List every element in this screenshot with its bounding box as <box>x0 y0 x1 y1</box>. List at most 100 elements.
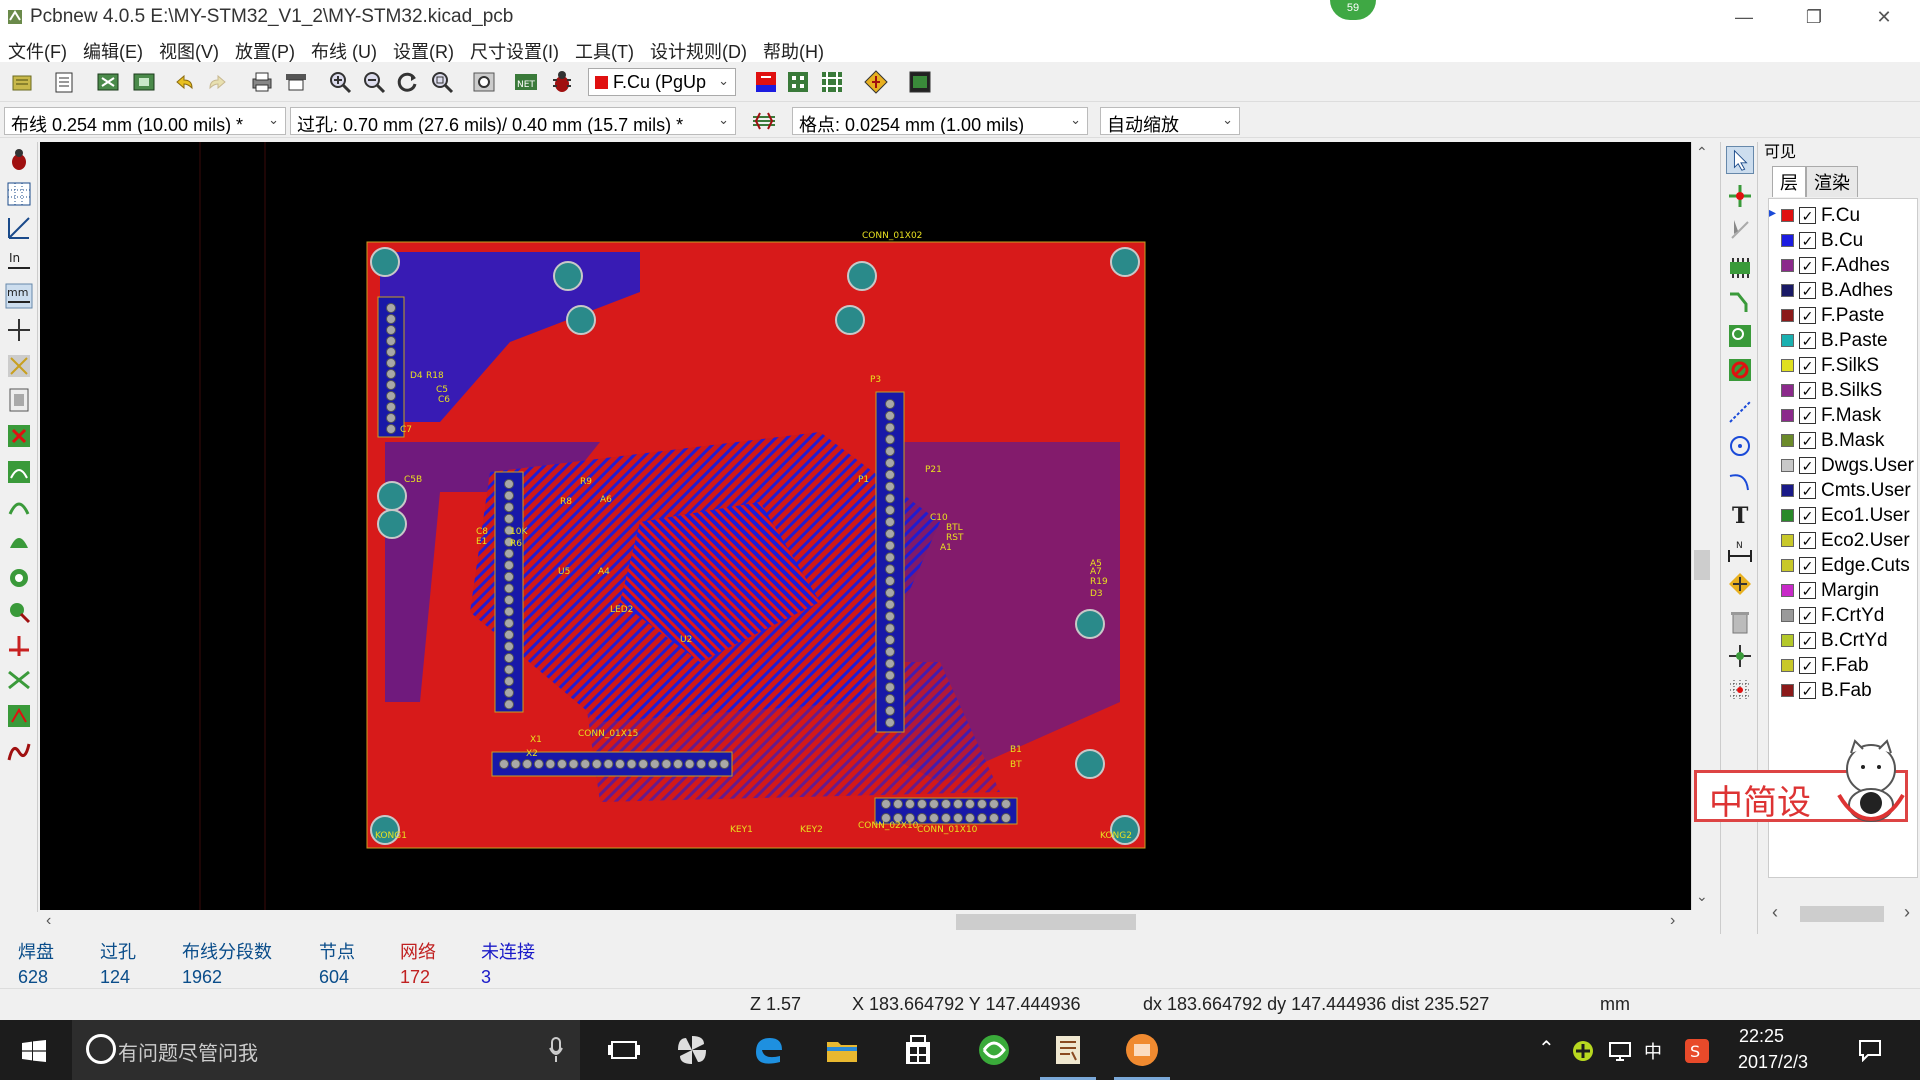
scroll-right-icon[interactable]: › <box>1670 912 1675 930</box>
layer-row[interactable]: ✓ B.CrtYd <box>1769 628 1917 653</box>
layer-visibility-checkbox[interactable]: ✓ <box>1799 382 1816 399</box>
layer-color-swatch[interactable] <box>1781 259 1794 272</box>
zoom-select[interactable]: 自动缩放 ⌄ <box>1100 107 1240 135</box>
netlist-icon[interactable]: NET <box>512 68 540 96</box>
layer-visibility-checkbox[interactable]: ✓ <box>1799 207 1816 224</box>
scroll-left-icon[interactable]: ‹ <box>1772 902 1778 923</box>
units-inch-icon[interactable]: In <box>5 248 33 276</box>
layer-row[interactable]: ✓ F.Paste <box>1769 303 1917 328</box>
layer-row[interactable]: ✓ F.Adhes <box>1769 253 1917 278</box>
layer-visibility-checkbox[interactable]: ✓ <box>1799 657 1816 674</box>
microwave-toolbar-icon[interactable] <box>5 702 33 730</box>
layer-row[interactable]: ✓ B.SilkS <box>1769 378 1917 403</box>
add-dimension-icon[interactable]: N <box>1726 536 1754 564</box>
layer-row[interactable]: ✓ Eco1.User <box>1769 503 1917 528</box>
polar-coords-icon[interactable] <box>5 214 33 242</box>
show-zones-icon[interactable] <box>5 458 33 486</box>
layer-visibility-checkbox[interactable]: ✓ <box>1799 232 1816 249</box>
units-mm-icon[interactable]: mm <box>5 282 33 310</box>
undo-icon[interactable] <box>170 68 198 96</box>
layer-visibility-checkbox[interactable]: ✓ <box>1799 432 1816 449</box>
layer-visibility-checkbox[interactable]: ✓ <box>1799 682 1816 699</box>
new-board-icon[interactable] <box>8 68 36 96</box>
layers-manager-icon[interactable] <box>5 738 33 766</box>
minimize-icon[interactable]: — <box>1716 0 1772 34</box>
layer-row[interactable]: ✓ B.Cu <box>1769 228 1917 253</box>
route-track-icon[interactable] <box>1726 288 1754 316</box>
zone-outline-icon[interactable] <box>5 492 33 520</box>
add-footprint-icon[interactable] <box>1726 254 1754 282</box>
layer-row[interactable]: ✓ B.Fab <box>1769 678 1917 703</box>
kicad-taskbar-icon[interactable] <box>1050 1032 1086 1068</box>
zoom-fit-icon[interactable] <box>428 68 456 96</box>
layer-color-swatch[interactable] <box>1781 634 1794 647</box>
menu-design-rules[interactable]: 设计规则(D) <box>650 34 754 62</box>
layer-visibility-checkbox[interactable]: ✓ <box>1799 407 1816 424</box>
menu-help[interactable]: 帮助(H) <box>763 34 831 62</box>
layer-color-swatch[interactable] <box>1781 409 1794 422</box>
delete-item-icon[interactable] <box>1726 608 1754 636</box>
windows-start-icon[interactable] <box>22 1040 46 1062</box>
redo-icon[interactable] <box>204 68 232 96</box>
layer-row[interactable]: ✓ Eco2.User <box>1769 528 1917 553</box>
page-settings-icon[interactable] <box>130 68 158 96</box>
chevron-up-icon[interactable]: ⌃ <box>1538 1036 1555 1061</box>
layer-list-hscroll[interactable]: ‹ › <box>1768 902 1918 926</box>
layer-visibility-checkbox[interactable]: ✓ <box>1799 357 1816 374</box>
set-origin-icon[interactable] <box>1726 642 1754 670</box>
layer-row[interactable]: ✓ Margin <box>1769 578 1917 603</box>
clock-date[interactable]: 2017/2/3 <box>1738 1052 1808 1073</box>
auto-track-width-icon[interactable] <box>750 107 778 135</box>
plot-icon[interactable] <box>282 68 310 96</box>
menu-route[interactable]: 布线 (U) <box>311 34 384 62</box>
track-sketch-icon[interactable] <box>5 632 33 660</box>
track-width-select[interactable]: 布线 0.254 mm (10.00 mils) * ⌄ <box>4 107 286 135</box>
via-sketch-icon[interactable] <box>5 598 33 626</box>
add-target-icon[interactable] <box>1726 570 1754 598</box>
highlight-net-icon[interactable] <box>1726 182 1754 210</box>
restore-icon[interactable]: ❐ <box>1786 0 1842 34</box>
grid-select[interactable]: 格点: 0.0254 mm (1.00 mils) ⌄ <box>792 107 1088 135</box>
autoplace-icon[interactable] <box>784 68 812 96</box>
layer-row[interactable]: ✓ B.Paste <box>1769 328 1917 353</box>
grid-toggle-icon[interactable] <box>5 180 33 208</box>
network-icon[interactable] <box>1608 1040 1632 1062</box>
close-icon[interactable]: ✕ <box>1856 0 1912 34</box>
scroll-down-icon[interactable]: ⌄ <box>1696 888 1708 905</box>
clock-time[interactable]: 22:25 <box>1739 1026 1784 1047</box>
layer-color-swatch[interactable] <box>1781 334 1794 347</box>
file-explorer-icon[interactable] <box>824 1032 860 1068</box>
layer-color-swatch[interactable] <box>1781 509 1794 522</box>
layer-visibility-checkbox[interactable]: ✓ <box>1799 307 1816 324</box>
layer-color-swatch[interactable] <box>1781 434 1794 447</box>
layer-visibility-checkbox[interactable]: ✓ <box>1799 507 1816 524</box>
scroll-up-icon[interactable]: ⌃ <box>1696 144 1708 161</box>
keepout-area-icon[interactable] <box>1726 356 1754 384</box>
tab-layers[interactable]: 层 <box>1772 166 1806 197</box>
grid-origin-icon[interactable] <box>1726 676 1754 704</box>
layer-color-swatch[interactable] <box>1781 609 1794 622</box>
drc-off-icon[interactable] <box>5 146 33 174</box>
zone-fill-icon[interactable] <box>5 526 33 554</box>
layer-pair-icon[interactable] <box>752 68 780 96</box>
layer-color-swatch[interactable] <box>1781 309 1794 322</box>
horizontal-scroll-thumb[interactable] <box>956 914 1136 930</box>
high-contrast-icon[interactable] <box>5 666 33 694</box>
save-board-icon[interactable] <box>94 68 122 96</box>
cursor-shape-icon[interactable] <box>5 316 33 344</box>
layer-row[interactable]: ✓ F.SilkS <box>1769 353 1917 378</box>
pcb-canvas[interactable]: CONN_01X02 CONN_01X10 CONN_01X15 CONN_02X10… <box>40 142 1691 910</box>
layer-row[interactable]: ✓ B.Mask <box>1769 428 1917 453</box>
layer-visibility-checkbox[interactable]: ✓ <box>1799 557 1816 574</box>
layer-color-swatch[interactable] <box>1781 209 1794 222</box>
layer-color-swatch[interactable] <box>1781 484 1794 497</box>
menu-view[interactable]: 视图(V) <box>159 34 226 62</box>
add-text-icon[interactable]: T <box>1726 500 1754 529</box>
microwave-icon[interactable] <box>862 68 890 96</box>
edge-browser-icon[interactable] <box>750 1032 786 1068</box>
sogou-ime-icon[interactable]: S <box>1684 1038 1710 1064</box>
open-board-icon[interactable] <box>50 68 78 96</box>
menu-dimensions[interactable]: 尺寸设置(I) <box>470 34 566 62</box>
active-layer-select[interactable]: F.Cu (PgUp ⌄ <box>588 68 736 96</box>
add-line-icon[interactable] <box>1726 398 1754 426</box>
